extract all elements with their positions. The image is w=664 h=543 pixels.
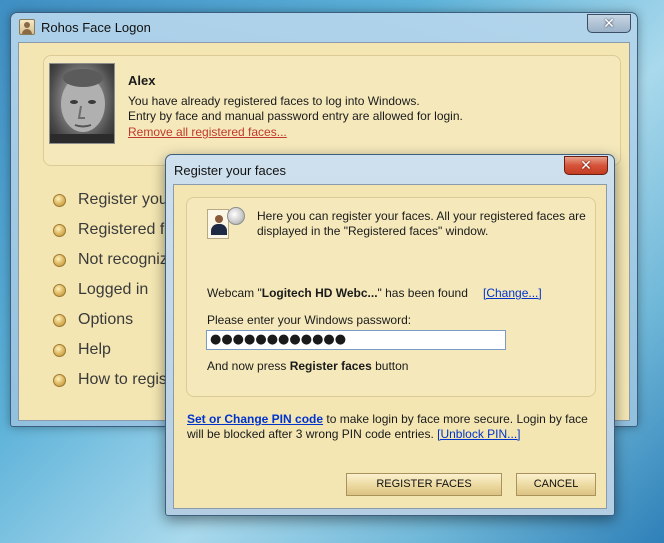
nav-item-label: Registered f [78,221,165,238]
change-webcam-link[interactable]: [Change...] [483,286,542,300]
app-icon [19,19,35,35]
nav-item-label: How to regis [78,371,167,388]
nav-item-options[interactable]: Options [53,311,133,329]
webcam-name: Logitech HD Webc... [261,286,378,300]
instruction-suffix: button [371,359,409,373]
register-face-icon [207,207,249,241]
instruction-button-name: Register faces [289,359,372,373]
dialog-client-area: Here you can register your faces. All yo… [173,184,607,509]
webcam-status: Webcam "Logitech HD Webc..." has been fo… [207,286,468,300]
user-status-text: You have already registered faces to log… [128,94,463,124]
set-pin-link[interactable]: Set or Change PIN code [187,412,323,426]
user-panel: Alex You have already registered faces t… [43,55,621,166]
instruction-prefix: And now press [207,359,290,373]
password-label: Please enter your Windows password: [207,313,412,327]
webcam-prefix: Webcam " [207,286,262,300]
user-face-image [50,69,114,143]
bullet-icon [53,313,66,327]
main-close-button[interactable]: ✕ [587,14,631,33]
nav-item-label: Register you [78,191,168,208]
webcam-icon [227,207,245,225]
nav-item-how-to-register[interactable]: How to regis [53,371,167,389]
bullet-icon [53,253,66,267]
instruction-text: And now press Register faces button [207,359,408,373]
nav-item-label: Logged in [78,281,149,298]
password-field[interactable]: ●●●●●●●●●●●● [206,330,506,350]
remove-faces-link[interactable]: Remove all registered faces... [128,125,287,139]
nav-item-label: Not recogniz [78,251,168,268]
bullet-icon [53,343,66,357]
bullet-icon [53,193,66,207]
bullet-icon [53,373,66,387]
dialog-close-button[interactable]: ✕ [564,156,608,175]
cancel-button[interactable]: CANCEL [516,473,596,496]
bullet-icon [53,283,66,297]
pin-info: Set or Change PIN code to make login by … [187,412,599,442]
unblock-pin-link[interactable]: [Unblock PIN...] [437,427,520,441]
nav-item-label: Options [78,311,134,328]
user-photo [49,63,115,144]
webcam-suffix: " has been found [377,286,468,300]
nav-item-not-recognized[interactable]: Not recogniz [53,251,168,269]
nav-item-registered-faces[interactable]: Registered f [53,221,164,239]
nav-item-register[interactable]: Register you [53,191,168,209]
user-info-line: Entry by face and manual password entry … [128,109,463,123]
dialog-title: Register your faces [174,163,286,178]
register-faces-dialog: Register your faces ✕ Here you can regis… [165,154,615,516]
nav-item-logged-in[interactable]: Logged in [53,281,148,299]
id-card-icon [207,209,229,239]
main-window-title: Rohos Face Logon [41,20,151,35]
register-faces-button[interactable]: REGISTER FACES [346,473,502,496]
nav-item-label: Help [78,341,111,358]
registration-panel: Here you can register your faces. All yo… [186,197,596,397]
main-titlebar[interactable]: Rohos Face Logon ✕ [11,13,637,41]
user-info-line: You have already registered faces to log… [128,94,420,108]
nav-item-help[interactable]: Help [53,341,111,359]
intro-text: Here you can register your faces. All yo… [257,209,586,238]
user-name: Alex [128,73,156,88]
bullet-icon [53,223,66,237]
